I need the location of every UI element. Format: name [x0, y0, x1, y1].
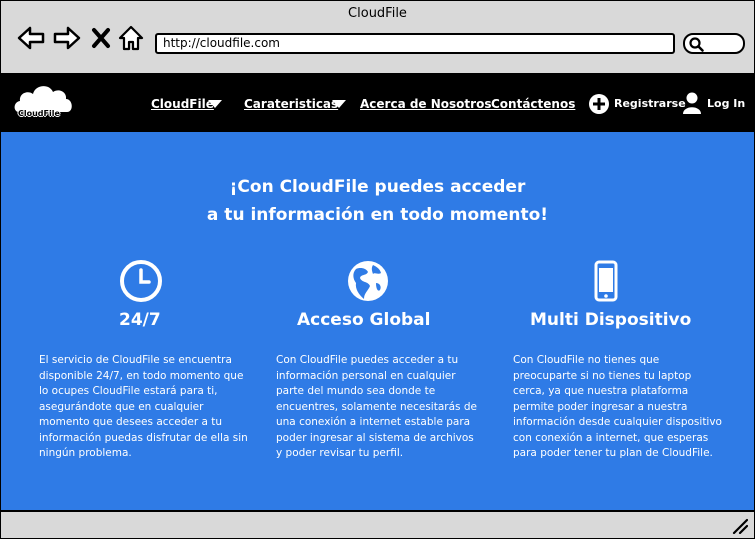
home-icon[interactable]: [118, 25, 144, 51]
feature-text-multi-dispositivo: Con CloudFile no tienes que preocuparte …: [513, 354, 722, 459]
stop-x-icon[interactable]: [91, 25, 111, 51]
nav-item-contactenos[interactable]: Contáctenos: [491, 97, 575, 111]
feature-text-247: El servicio de CloudFile se encuentra di…: [39, 354, 248, 459]
address-bar[interactable]: http://cloudfile.com: [155, 33, 675, 54]
hero-section: ¡Con CloudFile puedes acceder a tu infor…: [1, 132, 754, 510]
chevron-down-icon[interactable]: [208, 100, 222, 108]
hero-headline-line2: a tu información en todo momento!: [206, 205, 549, 225]
user-icon[interactable]: [682, 91, 702, 115]
hero-headline-line1: ¡Con CloudFile puedes acceder: [229, 177, 526, 197]
search-field[interactable]: [683, 33, 745, 54]
feature-title-acceso-global: Acceso Global: [297, 310, 431, 330]
window-title: CloudFile: [348, 6, 407, 21]
feature-text-acceso-global: Con CloudFile puedes acceder a tu inform…: [276, 354, 477, 459]
nav-item-acerca[interactable]: Acerca de Nosotros: [360, 97, 491, 111]
feature-title-247: 24/7: [119, 310, 161, 330]
feature-title-multi-dispositivo: Multi Dispositivo: [530, 310, 692, 330]
status-bar: [1, 510, 754, 538]
clock-icon: [120, 260, 162, 302]
chevron-down-icon[interactable]: [332, 100, 346, 108]
browser-chrome: CloudFile http://cloudfile.com: [1, 1, 754, 75]
cloud-logo-icon: [14, 86, 72, 112]
browser-window: CloudFile http://cloudfile.com CloudFile: [0, 0, 755, 539]
globe-icon: [348, 261, 388, 301]
forward-arrow-icon[interactable]: [53, 25, 81, 51]
cloudfile-logo[interactable]: CloudFile: [13, 80, 75, 126]
nav-item-caracteristicas[interactable]: Carateristicas: [244, 97, 338, 111]
plus-circle-icon[interactable]: [588, 93, 610, 115]
register-link[interactable]: Registrarse: [614, 97, 686, 110]
search-icon: [689, 37, 704, 52]
nav-item-cloudfile[interactable]: CloudFile: [151, 97, 214, 111]
logo-text: CloudFile: [18, 109, 60, 118]
hero-headline: ¡Con CloudFile puedes acceder a tu infor…: [1, 173, 754, 229]
resize-grip-icon[interactable]: [732, 518, 748, 534]
top-navbar: CloudFile CloudFile Carateristicas Acerc…: [1, 75, 754, 132]
login-link[interactable]: Log In: [707, 97, 745, 110]
smartphone-icon: [594, 260, 618, 302]
back-arrow-icon[interactable]: [17, 25, 45, 51]
